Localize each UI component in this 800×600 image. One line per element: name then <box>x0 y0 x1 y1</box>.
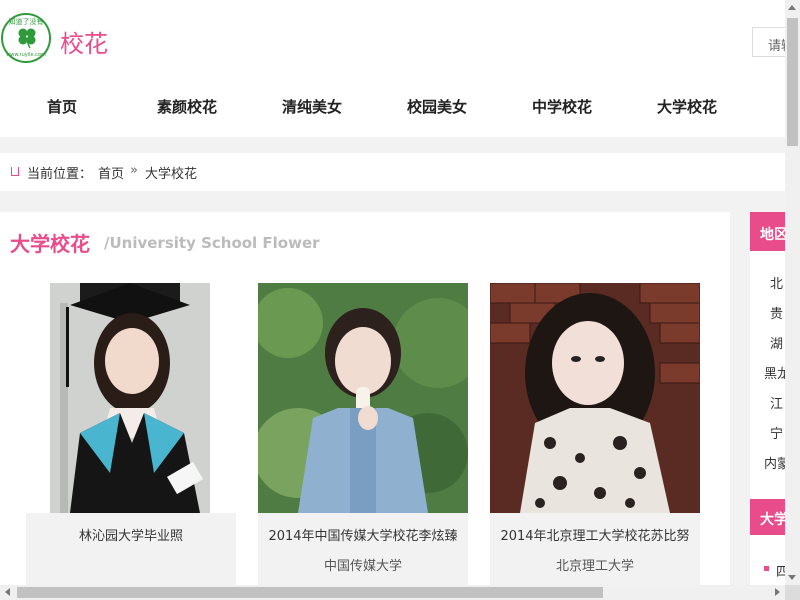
breadcrumb-home-link[interactable]: 首页 <box>98 163 124 182</box>
nav-item-pure[interactable]: 清纯美女 <box>282 96 342 117</box>
section-subtitle: /University School Flower <box>104 234 320 252</box>
sidebar-region-item[interactable]: 贵 <box>770 303 783 322</box>
card-photo[interactable] <box>490 283 700 513</box>
horizontal-scrollbar[interactable] <box>0 585 785 600</box>
card-title[interactable]: 林沁园大学毕业照 <box>26 525 236 544</box>
card-school[interactable]: 中国传媒大学 <box>258 555 468 574</box>
sidebar-university-title: 大学 <box>760 512 785 528</box>
nav-item-natural[interactable]: 素颜校花 <box>157 96 217 117</box>
main-nav: 首页 素颜校花 清纯美女 校园美女 中学校花 大学校花 <box>0 84 785 130</box>
nav-item-middle-school[interactable]: 中学校花 <box>532 96 592 117</box>
card-caption: 2014年北京理工大学校花苏比努 北京理工大学 <box>490 513 700 593</box>
vertical-scroll-thumb[interactable] <box>787 18 798 146</box>
clover-icon <box>18 28 36 49</box>
section-title: 大学校花 <box>10 232 90 256</box>
card-school[interactable]: 北京理工大学 <box>490 555 700 574</box>
sidebar: 地区 北 贵 湖 黑龙 江 宁 内蒙 大学 四 <box>750 212 785 592</box>
nav-item-university[interactable]: 大学校花 <box>657 96 717 117</box>
card-title[interactable]: 2014年中国传媒大学校花李炫臻 <box>258 525 468 544</box>
scroll-down-arrow-icon[interactable] <box>788 575 796 580</box>
horizontal-scroll-thumb[interactable] <box>17 587 603 598</box>
sidebar-region-item[interactable]: 内蒙 <box>764 453 785 472</box>
breadcrumb-separator: » <box>130 163 138 178</box>
sidebar-region-item[interactable]: 北 <box>770 273 783 292</box>
sidebar-region-title: 地区 <box>760 227 785 243</box>
nav-item-home[interactable]: 首页 <box>47 96 77 117</box>
card-caption: 2014年中国传媒大学校花李炫臻 中国传媒大学 <box>258 513 468 593</box>
site-logo[interactable]: 知道了没有 www.ruyile.com <box>1 13 51 63</box>
home-icon <box>11 167 19 176</box>
sidebar-region-item[interactable]: 江 <box>770 393 783 412</box>
nav-item-campus[interactable]: 校园美女 <box>407 96 467 117</box>
scroll-left-arrow-icon[interactable] <box>5 588 10 596</box>
logo-text: 知道了没有 <box>8 18 44 26</box>
card-caption: 林沁园大学毕业照 <box>26 513 236 593</box>
card-title[interactable]: 2014年北京理工大学校花苏比努 <box>490 525 700 544</box>
card-photo[interactable] <box>258 283 468 513</box>
sidebar-region-item[interactable]: 黑龙 <box>764 363 785 382</box>
sidebar-region-item[interactable]: 宁 <box>770 423 783 442</box>
sidebar-university-item[interactable]: 四 <box>776 561 785 580</box>
vertical-scrollbar[interactable] <box>785 0 800 585</box>
sidebar-university-header: 大学 <box>750 499 785 535</box>
card-photo[interactable] <box>50 283 210 513</box>
logo-url: www.ruyile.com <box>6 52 46 58</box>
scroll-right-arrow-icon[interactable] <box>775 588 780 596</box>
bullet-icon <box>764 566 769 571</box>
sidebar-region-header: 地区 <box>750 212 785 251</box>
breadcrumb-current[interactable]: 大学校花 <box>145 163 197 182</box>
site-title[interactable]: 校花 <box>60 24 108 59</box>
breadcrumb: 当前位置： 首页 » 大学校花 <box>0 153 785 191</box>
breadcrumb-label: 当前位置： <box>27 167 93 182</box>
sidebar-region-item[interactable]: 湖 <box>770 333 783 352</box>
site-header: 知道了没有 www.ruyile.com 校花 请输入 首页 素颜校花 清纯美女… <box>0 0 792 137</box>
main-content: 大学校花 /University School Flower 林沁园大学毕业照 <box>0 212 730 593</box>
scroll-up-arrow-icon[interactable] <box>788 5 796 10</box>
scrollbar-corner <box>785 585 800 600</box>
